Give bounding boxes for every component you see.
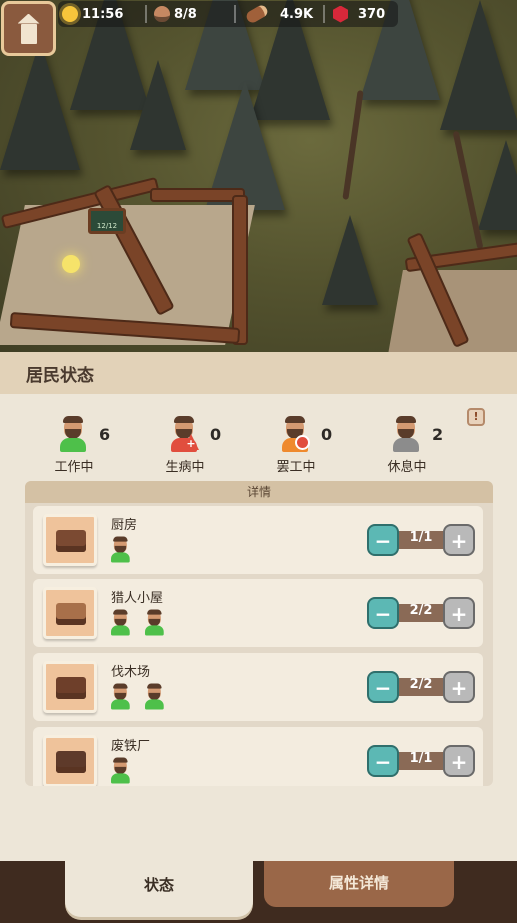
scrapyard-building-icon — [43, 735, 97, 786]
strike-count: 0 — [321, 425, 333, 444]
divider — [145, 5, 147, 23]
assigned-workers — [111, 757, 137, 786]
decrease-button[interactable]: − — [367, 597, 399, 629]
fence — [232, 195, 248, 345]
population-value: 8/8 — [174, 6, 197, 22]
bottom-tab-bar: 状态 属性详情 — [0, 857, 517, 923]
pine-tree — [322, 215, 378, 305]
hut-sign: 12/12 — [88, 208, 126, 234]
building-name: 猎人小屋 — [111, 591, 164, 606]
decrease-button[interactable]: − — [367, 524, 399, 556]
building-name: 伐木场 — [111, 665, 151, 680]
building-name: 废铁厂 — [111, 739, 151, 754]
building-row-scrapyard[interactable]: 废铁厂 1/1 − + — [33, 727, 483, 786]
red-gem-icon — [333, 5, 348, 23]
assigned-workers — [111, 683, 171, 719]
lumber-yard-building-icon — [43, 661, 97, 713]
hunter-hut-building-icon — [43, 587, 97, 639]
divider — [234, 5, 236, 23]
villager-icon — [111, 757, 130, 784]
decrease-button[interactable]: − — [367, 671, 399, 703]
home-button[interactable] — [1, 1, 56, 56]
resident-status-panel: 居民状态 ! 6 工作中 + 0 生病中 0 罢工中 2 休息中 详情 厨房 1… — [0, 352, 517, 861]
villager-icon — [145, 609, 164, 636]
tab-status[interactable]: 状态 — [65, 857, 253, 917]
assigned-workers — [111, 536, 137, 572]
kitchen-building-icon — [43, 514, 97, 566]
building-name: 厨房 — [111, 518, 138, 533]
assigned-count: 2/2 — [409, 677, 433, 692]
tower-icon — [16, 14, 42, 44]
assigned-count: 1/1 — [409, 530, 433, 545]
resting-count: 2 — [432, 425, 444, 444]
increase-button[interactable]: + — [443, 745, 475, 777]
sun-icon — [62, 6, 78, 22]
building-row-kitchen[interactable]: 厨房 1/1 − + — [33, 506, 483, 574]
increase-button[interactable]: + — [443, 597, 475, 629]
sick-label: 生病中 — [165, 460, 205, 475]
decrease-button[interactable]: − — [367, 745, 399, 777]
details-list[interactable]: 详情 厨房 1/1 − + 猎人小屋 2/2 − + 伐木场 2/2 − + 废… — [25, 481, 493, 786]
population-display[interactable]: 8/8 — [154, 4, 197, 24]
divider — [323, 5, 325, 23]
villager-icon — [111, 536, 130, 563]
pine-tree — [478, 140, 517, 230]
increase-button[interactable]: + — [443, 524, 475, 556]
worker-stepper: 1/1 − + — [367, 524, 475, 556]
villager-resting-icon — [393, 416, 419, 452]
assigned-workers — [111, 609, 171, 645]
villager-working-icon — [60, 416, 86, 452]
working-label: 工作中 — [54, 460, 94, 475]
villager-icon — [145, 683, 164, 710]
resource-bar: 11:56 8/8 4.9K 370 — [58, 1, 398, 27]
summary-strike[interactable]: 0 罢工中 — [274, 416, 364, 475]
worker-stepper: 2/2 − + — [367, 597, 475, 629]
panel-title: 居民状态 — [0, 352, 517, 394]
fence — [150, 188, 245, 202]
resting-label: 休息中 — [387, 460, 427, 475]
villager-icon — [111, 683, 130, 710]
tab-attribute-details[interactable]: 属性详情 — [264, 861, 454, 907]
assigned-count: 1/1 — [409, 751, 433, 766]
summary-resting[interactable]: 2 休息中 — [385, 416, 475, 475]
details-header: 详情 — [25, 481, 493, 503]
worker-stepper: 2/2 − + — [367, 671, 475, 703]
game-scene[interactable]: 12/12 — [0, 0, 517, 352]
dead-tree — [342, 90, 364, 200]
sick-count: 0 — [210, 425, 222, 444]
villager-icon — [154, 6, 170, 22]
building-row-hunter-hut[interactable]: 猎人小屋 2/2 − + — [33, 579, 483, 647]
gem-display[interactable]: 370 — [333, 4, 385, 24]
lightbulb-icon[interactable] — [62, 255, 80, 273]
time-value: 11:56 — [82, 6, 124, 22]
assigned-count: 2/2 — [409, 603, 433, 618]
pine-tree — [440, 0, 517, 130]
increase-button[interactable]: + — [443, 671, 475, 703]
worker-stepper: 1/1 − + — [367, 745, 475, 777]
wood-value: 4.9K — [280, 6, 314, 22]
time-display: 11:56 — [62, 4, 123, 24]
pine-tree — [0, 40, 80, 170]
villager-icon — [111, 609, 130, 636]
summary-sick[interactable]: + 0 生病中 — [163, 416, 253, 475]
pine-tree — [130, 60, 186, 150]
summary-working[interactable]: 6 工作中 — [52, 416, 142, 475]
villager-strike-icon — [282, 416, 310, 452]
wood-log-icon — [244, 3, 270, 25]
strike-label: 罢工中 — [276, 460, 316, 475]
wood-display[interactable]: 4.9K — [244, 3, 314, 25]
villager-sick-icon: + — [171, 416, 199, 452]
gem-value: 370 — [358, 6, 386, 22]
working-count: 6 — [99, 425, 111, 444]
building-row-lumber-yard[interactable]: 伐木场 2/2 − + — [33, 653, 483, 721]
